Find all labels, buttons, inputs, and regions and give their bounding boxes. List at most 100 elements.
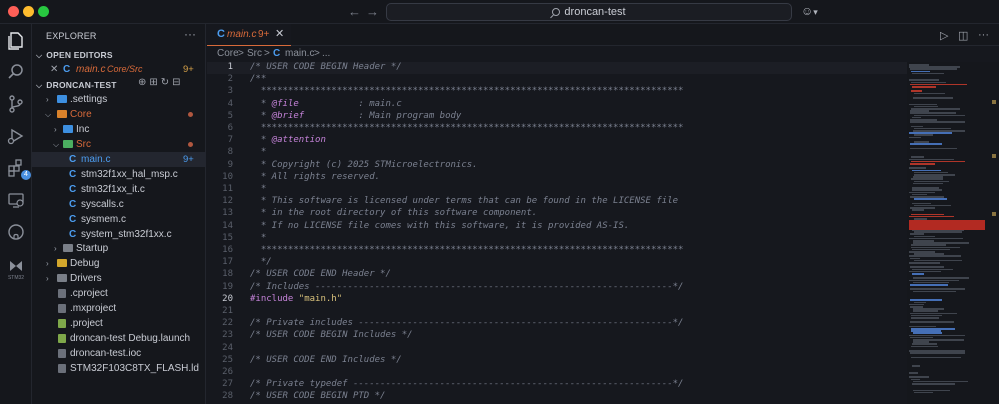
tree-item-debug[interactable]: › Debug — [32, 256, 206, 271]
minimap-line — [909, 372, 918, 374]
minimap-line — [911, 356, 961, 359]
minimap-line — [914, 391, 933, 394]
search-icon[interactable] — [6, 62, 26, 82]
tree-item-sysmem[interactable]: C sysmem.c — [32, 212, 206, 227]
search-text: droncan-test — [564, 6, 626, 18]
minimap-line — [909, 262, 940, 264]
minimap-line — [911, 345, 938, 348]
scrollbar-marker — [992, 154, 996, 158]
c-file-icon: C — [69, 199, 77, 210]
tree-item-launch[interactable]: droncan-test Debug.launch — [32, 331, 206, 346]
folder-icon — [57, 110, 67, 118]
code-line: 28/* USER CODE BEGIN PTD */ — [222, 391, 386, 402]
tree-item-system[interactable]: C system_stm32f1xx.c — [32, 227, 206, 242]
minimap[interactable] — [907, 62, 991, 404]
file-icon — [58, 319, 66, 328]
minimap-line — [912, 273, 924, 275]
chevron-down-icon: ▾ — [813, 7, 818, 17]
run-icon[interactable]: ▷ — [940, 29, 948, 42]
tree-item-it[interactable]: C stm32f1xx_it.c — [32, 182, 206, 197]
close-icon[interactable]: ✕ — [50, 62, 58, 77]
minimap-line — [910, 143, 942, 145]
collapse-all-icon[interactable]: ⊟ — [172, 77, 183, 88]
run-debug-icon[interactable] — [6, 126, 26, 146]
minimap-line — [911, 317, 939, 319]
minimize-window-button[interactable] — [23, 6, 34, 17]
tree-item-inc[interactable]: › Inc — [32, 122, 206, 137]
github-icon[interactable] — [6, 222, 26, 242]
tree-item-cproject[interactable]: .cproject — [32, 286, 206, 301]
copilot-button[interactable]: ☺▾ — [801, 4, 818, 18]
chevron-right-icon: › — [54, 244, 57, 253]
tree-item-main-c[interactable]: C main.c 9+ — [32, 152, 206, 167]
source-control-icon[interactable] — [6, 94, 26, 114]
refresh-icon[interactable]: ↻ — [161, 77, 172, 88]
code-line: 3 **************************************… — [227, 86, 684, 97]
c-file-icon: C — [69, 169, 77, 180]
tree-item-project[interactable]: .project — [32, 316, 206, 331]
tree-item-hal-msp[interactable]: C stm32f1xx_hal_msp.c — [32, 167, 206, 182]
tree-item-src[interactable]: ⌵ Src — [32, 137, 206, 152]
code-line: 1/* USER CODE BEGIN Header */ — [227, 62, 402, 72]
back-arrow-icon[interactable]: ← — [348, 4, 361, 19]
minimap-line — [910, 121, 965, 123]
maximize-window-button[interactable] — [38, 6, 49, 17]
title-bar: ← → droncan-test ☺▾ — [0, 0, 999, 24]
breadcrumb-main-c[interactable]: main.c — [285, 48, 314, 59]
folder-icon — [57, 95, 67, 103]
editor-scrollbar[interactable] — [991, 62, 999, 404]
minimap-line — [913, 290, 956, 293]
code-line: 21 — [222, 306, 233, 316]
tree-item-linker[interactable]: STM32F103C8TX_FLASH.ld — [32, 361, 206, 376]
tree-item-startup[interactable]: › Startup — [32, 241, 206, 256]
new-folder-icon[interactable]: ⊞ — [149, 77, 160, 88]
breadcrumb-src[interactable]: Src — [247, 48, 262, 59]
open-editors-section[interactable]: ⌵ OPEN EDITORS — [36, 50, 113, 61]
tab-main-c[interactable]: C main.c 9+ ✕ — [207, 24, 291, 46]
tree-item-drivers[interactable]: › Drivers — [32, 271, 206, 286]
code-line: 15 * — [222, 232, 267, 243]
c-file-icon: C — [69, 184, 77, 195]
tree-item-mxproject[interactable]: .mxproject — [32, 301, 206, 316]
forward-arrow-icon[interactable]: → — [366, 4, 379, 19]
tree-item-settings[interactable]: › .settings — [32, 92, 206, 107]
tree-item-core[interactable]: ⌵ Core — [32, 107, 206, 122]
explorer-sidebar: EXPLORER ··· ⌵ OPEN EDITORS ✕ C main.c Co… — [32, 24, 206, 404]
extensions-icon[interactable]: 4 — [6, 158, 31, 180]
folder-icon — [57, 259, 67, 267]
close-window-button[interactable] — [8, 6, 19, 17]
explorer-title: EXPLORER — [46, 31, 97, 41]
tree-item-ioc[interactable]: droncan-test.ioc — [32, 346, 206, 361]
editor-tab-bar: C main.c 9+ ✕ ▷ ◫ ··· — [207, 24, 999, 46]
stm32-icon[interactable] — [6, 256, 26, 276]
breadcrumb-separator: > — [264, 48, 270, 59]
c-file-icon: C — [217, 28, 225, 40]
workspace-section[interactable]: ⌵ DRONCAN-TEST — [36, 80, 117, 91]
chevron-down-icon: ⌵ — [45, 110, 52, 119]
code-line: 13 * in the root directory of this softw… — [222, 208, 538, 219]
problem-count: 9+ — [183, 64, 194, 75]
chevron-right-icon: › — [46, 274, 49, 283]
code-line: 2/** — [227, 74, 267, 85]
remote-explorer-icon[interactable] — [6, 190, 26, 210]
minimap-line — [912, 72, 944, 75]
code-line: 19/* Includes --------------------------… — [222, 281, 684, 292]
explorer-more-button[interactable]: ··· — [184, 27, 196, 41]
open-editor-main-c[interactable]: ✕ C main.c Core/Src 9+ — [32, 62, 206, 77]
more-actions-icon[interactable]: ··· — [978, 29, 989, 41]
breadcrumb-symbols[interactable]: ... — [322, 48, 330, 59]
code-line: 23/* USER CODE BEGIN Includes */ — [222, 330, 413, 341]
chevron-right-icon: › — [54, 125, 57, 134]
tree-item-syscalls[interactable]: C syscalls.c — [32, 197, 206, 212]
explorer-icon[interactable] — [6, 30, 26, 50]
minimap-line — [912, 383, 955, 385]
code-editor[interactable]: 1/* USER CODE BEGIN Header */ 2/** 3 ***… — [207, 62, 907, 404]
split-editor-icon[interactable]: ◫ — [958, 29, 968, 42]
file-icon — [58, 304, 66, 313]
new-file-icon[interactable]: ⊕ — [138, 77, 149, 88]
close-icon[interactable]: ✕ — [275, 27, 284, 40]
breadcrumb-core[interactable]: Core — [217, 48, 239, 59]
minimap-line — [913, 182, 943, 185]
c-file-icon: C — [69, 229, 77, 240]
command-center-search[interactable]: droncan-test — [386, 3, 792, 21]
